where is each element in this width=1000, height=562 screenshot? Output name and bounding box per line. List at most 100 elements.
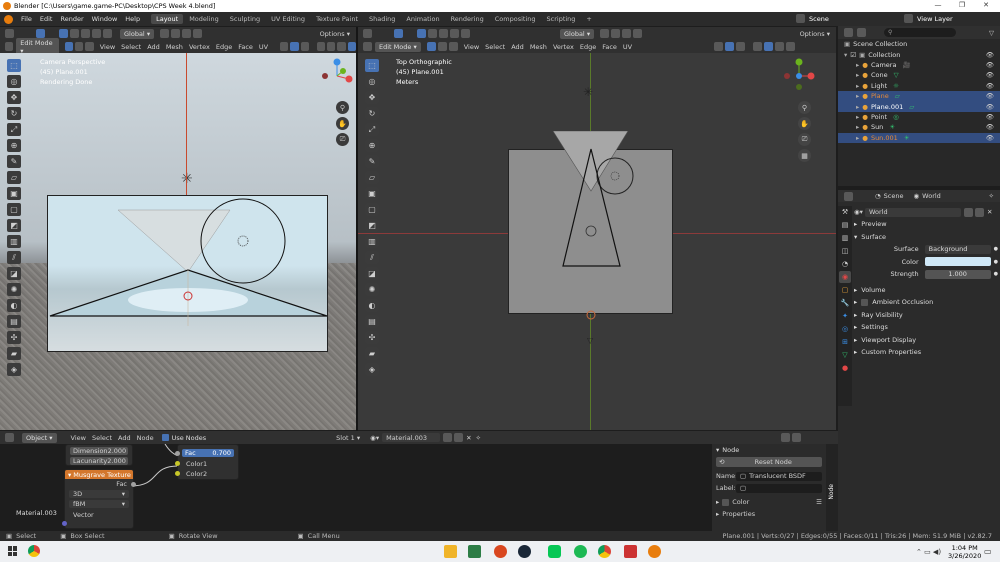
move-tool-icon[interactable]: ✥ <box>7 91 21 104</box>
show-gizmo-icon[interactable] <box>714 42 724 51</box>
transform-tool-icon[interactable]: ⊕ <box>7 139 21 152</box>
menu-edge[interactable]: Edge <box>216 43 232 51</box>
outliner-scene-collection[interactable]: ▣ Scene Collection <box>838 39 1000 49</box>
outliner-item[interactable]: ▸ ● Sun.001 ☀ 👁 <box>838 132 1000 143</box>
app-orange-icon[interactable] <box>494 545 507 558</box>
unlink-icon[interactable]: ✕ <box>987 208 992 216</box>
expand-arrow-icon[interactable]: ▸ <box>856 92 859 100</box>
scene-selector[interactable]: Scene <box>796 14 829 23</box>
editor-type-icon[interactable] <box>5 433 14 442</box>
menu-node[interactable]: Node <box>137 434 154 442</box>
spotify-icon[interactable] <box>574 545 587 558</box>
poly-build-tool-icon[interactable]: ◪ <box>7 267 21 280</box>
knife-tool-icon[interactable]: ⫽ <box>7 251 21 264</box>
proportional-edit-icon[interactable] <box>182 29 192 38</box>
menu-face[interactable]: Face <box>602 43 617 51</box>
show-gizmo-icon[interactable] <box>280 42 289 51</box>
mix-rgb-node[interactable]: Fac 0.700 Color1 Color2 <box>175 444 239 480</box>
expand-arrow-icon[interactable]: ▸ <box>856 113 859 121</box>
menu-select[interactable]: Select <box>121 43 141 51</box>
physics-tab-icon[interactable]: ◎ <box>839 323 851 335</box>
snap-icon[interactable] <box>611 29 621 38</box>
ao-checkbox[interactable] <box>861 298 869 306</box>
color1-input-socket[interactable] <box>175 461 180 466</box>
select-mode-invert-icon[interactable] <box>92 29 101 38</box>
fac-slider[interactable]: Fac 0.700 <box>182 449 234 457</box>
maximize-button[interactable]: ❐ <box>950 1 974 9</box>
add-workspace-button[interactable]: + <box>581 14 596 24</box>
outliner-item[interactable]: ▸ ● Plane.001 ▱ 👁 <box>838 101 1000 112</box>
snap-icon[interactable] <box>171 29 181 38</box>
section-ambient-occlusion[interactable]: ▸ Ambient Occlusion <box>854 296 998 309</box>
section-surface[interactable]: ▾ Surface <box>854 231 998 244</box>
eye-icon[interactable]: 👁 <box>986 123 994 131</box>
modifier-tab-icon[interactable]: 🔧 <box>839 297 851 309</box>
select-mode-invert-icon[interactable] <box>450 29 459 38</box>
select-box-tool-icon[interactable]: ⬚ <box>365 59 379 72</box>
spin-tool-icon[interactable]: ✺ <box>7 283 21 296</box>
shear-tool-icon[interactable]: ▰ <box>7 347 21 360</box>
options-dropdown[interactable]: Options ▾ <box>800 30 830 38</box>
select-mode-subtract-icon[interactable] <box>439 29 448 38</box>
dimension-field[interactable]: Dimension 2.000 <box>70 447 128 455</box>
tab-node[interactable]: Node <box>828 484 835 500</box>
constraints-tab-icon[interactable]: ⊞ <box>839 336 851 348</box>
duplicate-icon[interactable] <box>974 207 984 217</box>
node-panel-header[interactable]: ▾ Node <box>712 444 826 455</box>
select-mode-extend-icon[interactable] <box>70 29 79 38</box>
editor-type-icon[interactable] <box>363 29 372 38</box>
menu-add[interactable]: Add <box>147 43 160 51</box>
shrink-fatten-tool-icon[interactable]: ✣ <box>7 331 21 344</box>
material-tab-icon[interactable]: ● <box>839 362 851 374</box>
expand-arrow-icon[interactable]: ▾ <box>844 51 847 59</box>
outliner-search-input[interactable]: ⚲ <box>884 28 956 37</box>
menu-help[interactable]: Help <box>125 15 140 23</box>
line-icon[interactable] <box>548 545 561 558</box>
workspace-tab-modeling[interactable]: Modeling <box>184 14 224 24</box>
gizmo-neg-y-icon[interactable] <box>796 84 802 90</box>
material-name-field[interactable]: Material.003 <box>382 433 441 442</box>
pivot-icon[interactable] <box>600 29 610 38</box>
system-tray-icons[interactable]: ⌃ ▭ ◀) <box>916 548 941 556</box>
chrome-taskbar-icon[interactable] <box>28 545 40 557</box>
section-volume[interactable]: ▸ Volume <box>854 284 998 297</box>
render-tab-icon[interactable]: ▤ <box>839 219 851 231</box>
menu-vertex[interactable]: Vertex <box>553 43 574 51</box>
lacunarity-field[interactable]: Lacunarity 2.000 <box>70 457 128 465</box>
loop-cut-tool-icon[interactable]: ▥ <box>365 235 379 248</box>
select-mode-new-icon[interactable] <box>59 29 68 38</box>
node-color-row[interactable]: ▸ Color ☰ <box>716 497 822 507</box>
menu-add[interactable]: Add <box>118 434 131 442</box>
menu-vertex[interactable]: Vertex <box>189 43 210 51</box>
pin-icon[interactable]: ✧ <box>989 192 994 200</box>
node-name-field[interactable]: ▢ Translucent BSDF <box>736 471 822 481</box>
shading-wireframe-icon[interactable] <box>753 42 763 51</box>
breadcrumb-world[interactable]: World <box>922 192 941 200</box>
menu-edit[interactable]: Edit <box>40 15 53 23</box>
dimensions-select[interactable]: 3D ▾ <box>69 490 129 498</box>
workspace-tab-uv-editing[interactable]: UV Editing <box>266 14 310 24</box>
menu-mesh[interactable]: Mesh <box>166 43 183 51</box>
loop-cut-tool-icon[interactable]: ▥ <box>7 235 21 248</box>
fake-user-icon[interactable] <box>443 433 453 442</box>
collapse-arrow-icon[interactable]: ▾ <box>68 471 71 479</box>
section-settings[interactable]: ▸ Settings <box>854 321 998 334</box>
use-nodes-checkbox[interactable] <box>161 434 169 441</box>
list-icon[interactable]: ☰ <box>816 498 822 506</box>
eye-icon[interactable]: 👁 <box>986 82 994 90</box>
outliner-item[interactable]: ▸ ● Sun ☀ 👁 <box>838 122 1000 132</box>
workspace-tab-sculpting[interactable]: Sculpting <box>225 14 265 24</box>
shrink-fatten-tool-icon[interactable]: ✣ <box>365 331 379 344</box>
shading-material-icon[interactable] <box>775 42 785 51</box>
shading-material-icon[interactable] <box>337 42 346 51</box>
edge-select-icon[interactable] <box>437 42 447 51</box>
scale-tool-icon[interactable]: ⤢ <box>7 123 21 136</box>
blender-taskbar-icon[interactable] <box>648 545 661 558</box>
xray-icon[interactable] <box>736 42 746 51</box>
bevel-tool-icon[interactable]: ◩ <box>365 219 379 232</box>
inset-tool-icon[interactable]: ▢ <box>365 203 379 216</box>
expand-arrow-icon[interactable]: ▸ <box>856 103 859 111</box>
outliner-item[interactable]: ▸ ● Cone ▽ 👁 <box>838 70 1000 80</box>
spin-tool-icon[interactable]: ✺ <box>365 283 379 296</box>
gizmo-x-icon[interactable] <box>345 75 353 83</box>
